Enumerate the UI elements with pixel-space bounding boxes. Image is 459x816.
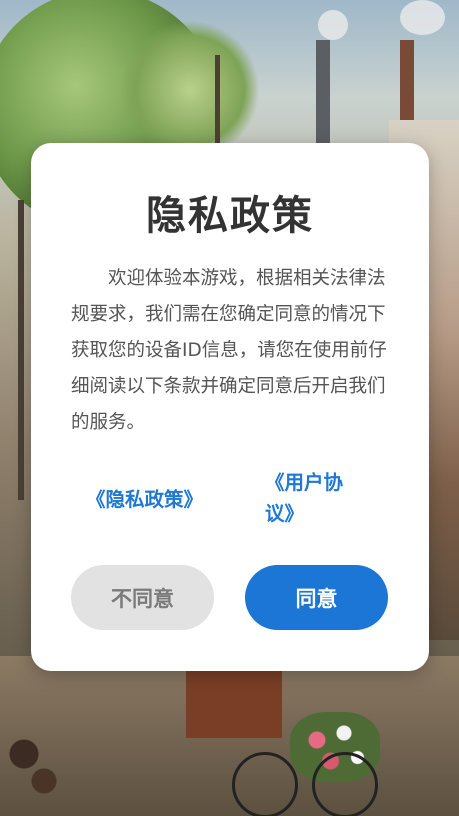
agree-button[interactable]: 同意 [245,565,388,630]
smoke-cloud [400,0,445,35]
factory-chimney [316,40,330,150]
disagree-button[interactable]: 不同意 [71,565,214,630]
tree-foliage-small [120,20,260,160]
smoke-cloud [318,10,348,40]
user-agreement-link[interactable]: 《用户协议》 [265,467,365,529]
wooden-door [186,668,282,738]
bicycle-wheel [312,752,378,816]
bicycle [232,740,382,816]
foreground-leaves [0,718,80,808]
dialog-title: 隐私政策 [146,193,314,239]
dialog-body-text: 欢迎体验本游戏，根据相关法律法规要求，我们需在您确定同意的情况下获取您的设备ID… [71,268,387,433]
utility-pole-left [18,200,24,500]
privacy-policy-link[interactable]: 《隐私政策》 [86,483,203,512]
privacy-dialog: 隐私政策 欢迎体验本游戏，根据相关法律法规要求，我们需在您确定同意的情况下获取您… [31,143,429,671]
bicycle-wheel [232,752,298,816]
